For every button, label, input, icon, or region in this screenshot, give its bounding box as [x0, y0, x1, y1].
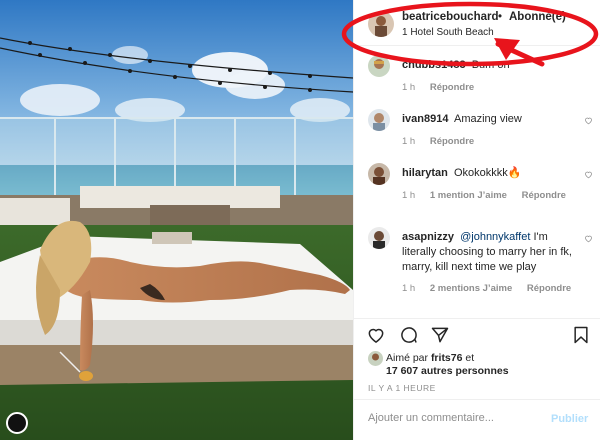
bookmark-icon[interactable] [571, 325, 591, 345]
author-username[interactable]: beatricebouchard [402, 11, 499, 23]
post-photo[interactable] [0, 0, 353, 440]
post-timestamp[interactable]: IL Y A 1 HEURE [368, 383, 436, 393]
post-actions-bar [354, 318, 600, 348]
comment-time: 1 h [402, 190, 416, 201]
commenter-avatar[interactable] [368, 55, 390, 77]
post-location[interactable]: 1 Hotel South Beach [402, 27, 494, 38]
comment-text: Bum on [471, 59, 510, 71]
reply-button[interactable]: Répondre [522, 190, 566, 201]
post-details-panel: beatricebouchard • Abonné(e) 1 Hotel Sou… [353, 0, 600, 440]
share-icon[interactable] [430, 325, 450, 345]
liker-avatar[interactable] [368, 351, 383, 366]
add-comment-form: Publier [354, 399, 600, 440]
heart-icon[interactable] [366, 325, 386, 345]
comment-text: Okokokkkk🔥 [453, 167, 522, 179]
comments-list[interactable]: chubbs1483 Bum on 1 h Répondre ivan8914 … [354, 47, 600, 317]
like-comment-heart-icon[interactable] [584, 116, 593, 125]
header-separator: • [498, 11, 503, 23]
like-comment-heart-icon[interactable] [584, 170, 593, 179]
follow-status-button[interactable]: Abonné(e) [509, 11, 566, 23]
publish-button[interactable]: Publier [551, 413, 588, 425]
liked-by-user[interactable]: frits76 [431, 352, 463, 364]
comment-username[interactable]: asapnizzy [402, 231, 454, 243]
commenter-avatar[interactable] [368, 109, 390, 131]
commenter-avatar[interactable] [368, 163, 390, 185]
comment-time: 1 h [402, 136, 416, 147]
comment-username[interactable]: hilarytan [402, 167, 448, 179]
comment-icon[interactable] [399, 325, 419, 345]
comment-mention-link[interactable]: @johnnykaffet [460, 231, 530, 243]
like-comment-heart-icon[interactable] [584, 234, 593, 243]
likes-count-link[interactable]: 17 607 autres personnes [386, 365, 509, 377]
account-avatar-corner[interactable] [6, 412, 28, 434]
comment-time: 1 h [402, 283, 416, 294]
comment-text: Amazing view [454, 113, 522, 125]
reply-button[interactable]: Répondre [430, 136, 474, 147]
comment-username[interactable]: chubbs1483 [402, 59, 466, 71]
comment-likes-count[interactable]: 2 mentions J’aime [430, 283, 512, 294]
comment-time: 1 h [402, 82, 416, 93]
rooftop-photo [0, 0, 353, 440]
instagram-post-view: beatricebouchard • Abonné(e) 1 Hotel Sou… [0, 0, 600, 440]
reply-button[interactable]: Répondre [430, 82, 474, 93]
liked-by-and: et [465, 352, 475, 364]
post-header: beatricebouchard • Abonné(e) 1 Hotel Sou… [354, 0, 600, 46]
comment-input[interactable] [368, 412, 543, 424]
reply-button[interactable]: Répondre [527, 283, 571, 294]
author-avatar[interactable] [368, 11, 394, 37]
commenter-avatar[interactable] [368, 227, 390, 249]
comment-username[interactable]: ivan8914 [402, 113, 448, 125]
comment-likes-count[interactable]: 1 mention J’aime [430, 190, 507, 201]
liked-by-prefix: Aimé par [386, 352, 429, 364]
